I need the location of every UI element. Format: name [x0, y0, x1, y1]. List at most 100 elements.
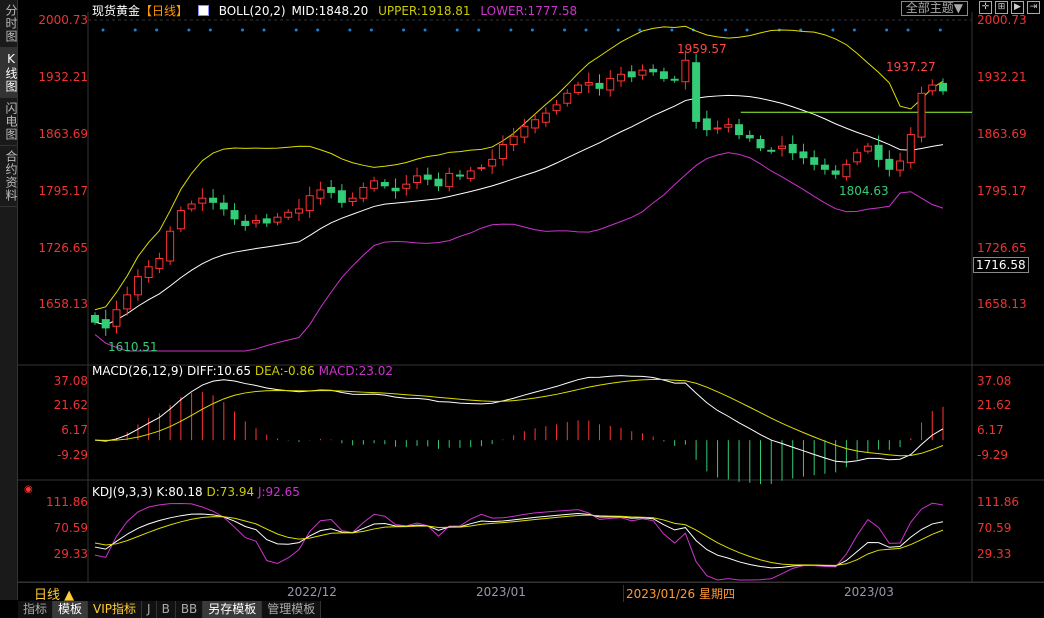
boll-indicator-icon[interactable]: [197, 5, 209, 16]
price-chart[interactable]: [0, 0, 1044, 600]
candle: [294, 208, 303, 214]
boll-label: BOLL(20,2): [218, 4, 286, 18]
candle: [380, 182, 389, 187]
x-label: 2023/01: [476, 585, 526, 599]
tab-j[interactable]: J: [142, 601, 157, 618]
candle: [853, 152, 862, 163]
candle: [627, 71, 636, 78]
event-dot: [638, 28, 642, 32]
price-axis-label: 1932.21: [977, 70, 1027, 84]
event-dot: [294, 28, 298, 32]
candle: [702, 118, 711, 131]
candle: [885, 158, 894, 170]
candle: [219, 202, 228, 210]
price-axis-label: 1658.13: [977, 297, 1027, 311]
recent-low-marker: 1804.63: [839, 184, 889, 198]
boll-lower-line: [94, 152, 944, 352]
tab-indicators[interactable]: 指标: [18, 601, 54, 618]
candle: [144, 266, 153, 279]
candle: [788, 144, 797, 154]
macd-value: MACD:23.02: [318, 364, 393, 378]
tab-save-template[interactable]: 另存模板: [203, 601, 263, 618]
boll-mid-line: [94, 94, 944, 326]
candle: [681, 59, 690, 83]
recent-high-marker: 1937.27: [886, 60, 936, 74]
candle: [391, 187, 400, 192]
candle: [112, 309, 121, 327]
candle: [670, 78, 679, 81]
candle: [187, 203, 196, 210]
event-dot: [477, 28, 481, 32]
low-marker: 1610.51: [108, 340, 158, 354]
candle: [820, 164, 829, 170]
candle: [509, 135, 518, 146]
candle: [402, 183, 411, 189]
candle: [595, 82, 604, 89]
candle: [552, 104, 561, 112]
event-dot: [938, 28, 942, 32]
move-right-icon[interactable]: ⇥: [1027, 1, 1040, 14]
event-dot: [852, 28, 856, 32]
candle: [659, 71, 668, 79]
candle: [874, 144, 883, 160]
price-axis-label: 1658.13: [38, 297, 88, 311]
macd-axis-label: 37.08: [53, 374, 88, 388]
tab-templates[interactable]: 模板: [53, 601, 89, 618]
chart-header: 现货黄金【日线】 BOLL(20,2) MID:1848.20 UPPER:19…: [92, 2, 583, 19]
candle: [692, 62, 701, 122]
price-axis-label: 1932.21: [38, 70, 88, 84]
candle: [531, 119, 540, 129]
candle: [198, 197, 207, 204]
tab-bb[interactable]: BB: [176, 601, 204, 618]
kdj-settings-icon[interactable]: ◉: [24, 484, 33, 495]
event-dot: [831, 28, 835, 32]
high-marker: 1959.57: [677, 42, 727, 56]
macd-diff-line: [94, 375, 944, 463]
candle: [831, 170, 840, 175]
candle: [348, 197, 357, 203]
event-dot: [316, 28, 320, 32]
candle: [101, 319, 110, 329]
event-dot: [187, 28, 191, 32]
price-axis-label: 1726.65: [38, 241, 88, 255]
event-dot: [133, 28, 137, 32]
candle: [305, 195, 314, 212]
kdj-axis-label: 29.33: [977, 547, 1012, 561]
candle: [370, 180, 379, 189]
candle: [810, 157, 819, 165]
macd-axis-label: 6.17: [61, 423, 88, 437]
event-dot: [670, 28, 674, 32]
tab-b[interactable]: B: [157, 601, 176, 618]
kdj-axis-label: 70.59: [977, 521, 1012, 535]
event-dot: [509, 28, 513, 32]
candle: [423, 174, 432, 180]
macd-axis-label: 21.62: [977, 398, 1012, 412]
candle: [262, 218, 271, 224]
candle: [917, 92, 926, 138]
x-label: 2023/03: [844, 585, 894, 599]
candle: [896, 160, 905, 171]
last-price-label: 1716.58: [973, 257, 1029, 273]
candle: [939, 82, 947, 92]
candle: [477, 167, 486, 170]
candle: [284, 211, 293, 218]
candle: [133, 276, 142, 296]
candle: [445, 172, 454, 188]
theme-dropdown[interactable]: 全部主题▼: [900, 1, 968, 16]
candle: [488, 158, 497, 167]
candle: [176, 210, 185, 230]
candle: [434, 178, 443, 187]
candle: [563, 92, 572, 104]
macd-axis-label: 21.62: [53, 398, 88, 412]
tab-manage-templates[interactable]: 管理模板: [262, 601, 322, 618]
tab-vip-indicators[interactable]: VIP指标: [88, 601, 143, 618]
macd-dea: DEA:-0.86: [254, 364, 315, 378]
event-dot: [584, 28, 588, 32]
x-label: 2022/12: [287, 585, 337, 599]
kdj-j: J:92.65: [257, 485, 300, 499]
macd-axis-label: 6.17: [977, 423, 1004, 437]
candle: [541, 112, 550, 123]
candle: [359, 186, 368, 199]
kdj-axis-label: 29.33: [53, 547, 88, 561]
candle: [756, 139, 765, 149]
